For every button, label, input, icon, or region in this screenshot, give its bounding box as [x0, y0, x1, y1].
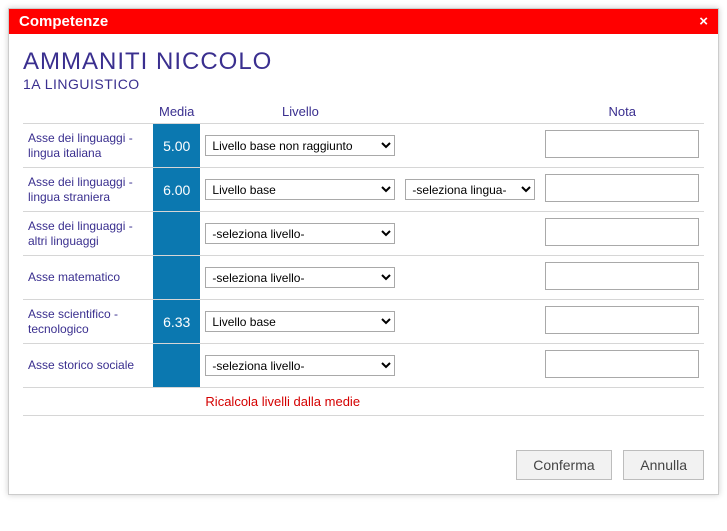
dialog-body: AMMANITI NICCOLO 1A LINGUISTICO Media Li…	[9, 34, 718, 430]
level-cell: Livello base non raggiunto	[200, 124, 400, 168]
level-cell: -seleziona livello-	[200, 344, 400, 388]
note-input[interactable]	[545, 130, 699, 158]
table-row: Asse storico sociale -seleziona livello-	[23, 344, 704, 388]
level-cell: Livello base	[200, 168, 400, 212]
lang-cell	[400, 344, 540, 388]
axis-label: Asse dei linguaggi - lingua straniera	[23, 168, 153, 212]
col-livello: Livello	[200, 100, 400, 124]
table-row: Asse matematico -seleziona livello-	[23, 256, 704, 300]
note-cell	[540, 212, 704, 256]
table-row: Asse dei linguaggi - lingua straniera6.0…	[23, 168, 704, 212]
col-media: Media	[153, 100, 200, 124]
axis-label: Asse dei linguaggi - lingua italiana	[23, 124, 153, 168]
level-select[interactable]: -seleziona livello-	[205, 223, 395, 244]
level-select[interactable]: -seleziona livello-	[205, 267, 395, 288]
note-input[interactable]	[545, 306, 699, 334]
lang-cell	[400, 212, 540, 256]
level-select[interactable]: Livello base non raggiunto	[205, 135, 395, 156]
level-cell: Livello base	[200, 300, 400, 344]
level-cell: -seleziona livello-	[200, 212, 400, 256]
axis-label: Asse scientifico - tecnologico	[23, 300, 153, 344]
dialog-footer: Conferma Annulla	[9, 430, 718, 494]
cancel-button[interactable]: Annulla	[623, 450, 704, 480]
dialog-title: Competenze	[19, 13, 108, 30]
col-axis	[23, 100, 153, 124]
note-input[interactable]	[545, 218, 699, 246]
note-cell	[540, 344, 704, 388]
lang-cell	[400, 256, 540, 300]
dialog-titlebar: Competenze ×	[9, 9, 718, 34]
media-cell	[153, 212, 200, 256]
media-cell: 6.00	[153, 168, 200, 212]
note-cell	[540, 256, 704, 300]
axis-label: Asse storico sociale	[23, 344, 153, 388]
lang-select[interactable]: -seleziona lingua-	[405, 179, 535, 200]
recalc-link[interactable]: Ricalcola livelli dalla medie	[205, 394, 360, 409]
note-input[interactable]	[545, 174, 699, 202]
table-row: Asse dei linguaggi - altri linguaggi -sel…	[23, 212, 704, 256]
media-cell: 5.00	[153, 124, 200, 168]
lang-cell	[400, 124, 540, 168]
level-cell: -seleziona livello-	[200, 256, 400, 300]
lang-cell	[400, 300, 540, 344]
lang-cell: -seleziona lingua-	[400, 168, 540, 212]
media-cell	[153, 256, 200, 300]
col-lang	[400, 100, 540, 124]
note-cell	[540, 300, 704, 344]
note-cell	[540, 124, 704, 168]
note-input[interactable]	[545, 262, 699, 290]
media-cell	[153, 344, 200, 388]
note-cell	[540, 168, 704, 212]
student-name: AMMANITI NICCOLO	[23, 48, 704, 76]
confirm-button[interactable]: Conferma	[516, 450, 611, 480]
table-row: Asse dei linguaggi - lingua italiana5.00…	[23, 124, 704, 168]
student-class: 1A LINGUISTICO	[23, 76, 704, 92]
competenze-table: Media Livello Nota Asse dei linguaggi - …	[23, 100, 704, 416]
axis-label: Asse matematico	[23, 256, 153, 300]
level-select[interactable]: Livello base	[205, 179, 395, 200]
table-row: Asse scientifico - tecnologico6.33Livell…	[23, 300, 704, 344]
level-select[interactable]: Livello base	[205, 311, 395, 332]
level-select[interactable]: -seleziona livello-	[205, 355, 395, 376]
close-icon[interactable]: ×	[699, 13, 708, 30]
competenze-dialog: Competenze × AMMANITI NICCOLO 1A LINGUIS…	[8, 8, 719, 495]
note-input[interactable]	[545, 350, 699, 378]
axis-label: Asse dei linguaggi - altri linguaggi	[23, 212, 153, 256]
media-cell: 6.33	[153, 300, 200, 344]
col-nota: Nota	[540, 100, 704, 124]
